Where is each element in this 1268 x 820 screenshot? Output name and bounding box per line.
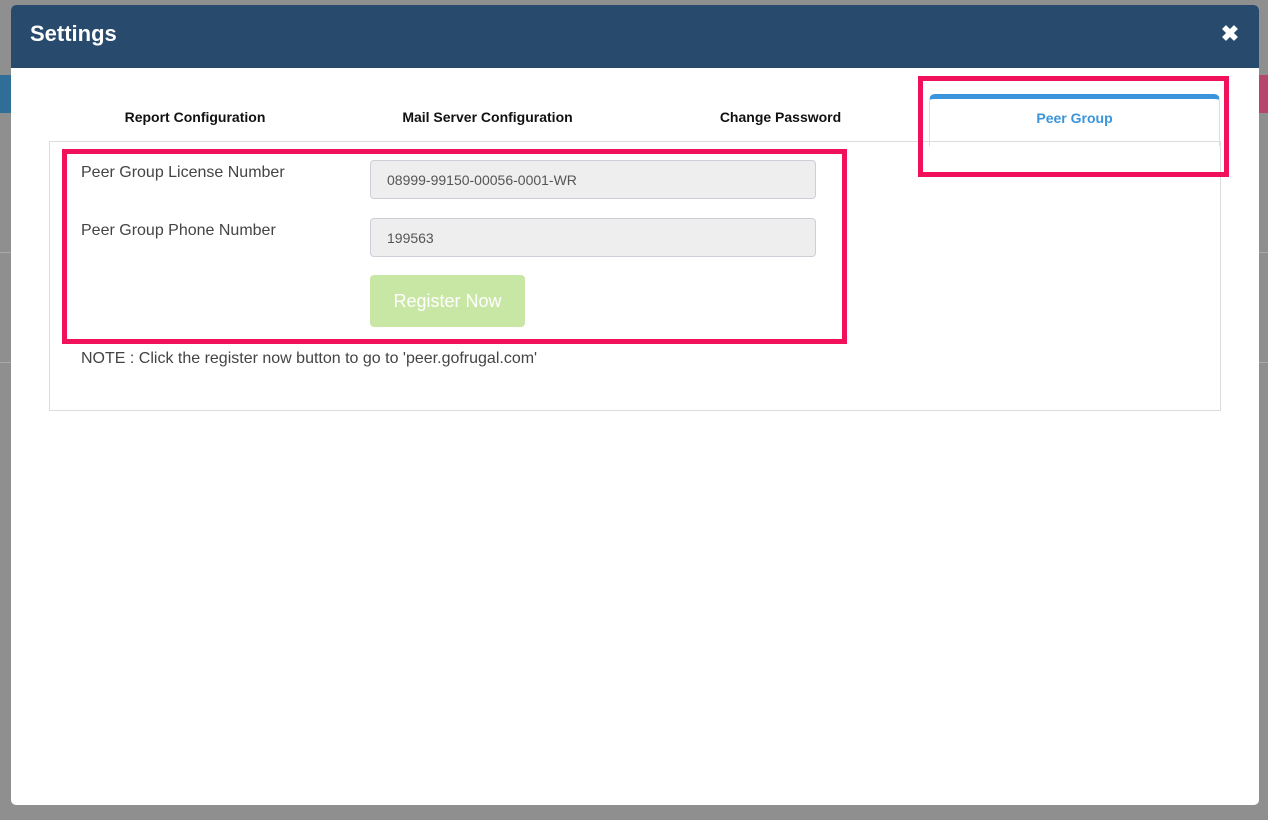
tab-change-password[interactable]: Change Password	[634, 93, 927, 141]
dialog-header: Settings ✖	[11, 5, 1259, 68]
settings-dialog: Settings ✖ Report Configuration Mail Ser…	[11, 5, 1259, 805]
tab-peer-group[interactable]: Peer Group	[929, 94, 1220, 146]
tab-mail-server-configuration[interactable]: Mail Server Configuration	[341, 93, 634, 141]
license-number-field[interactable]	[370, 160, 816, 199]
background-divider	[0, 252, 11, 253]
background-panel-left	[0, 75, 11, 113]
license-number-label: Peer Group License Number	[81, 164, 285, 181]
background-panel-right	[1259, 75, 1268, 113]
close-icon[interactable]: ✖	[1217, 21, 1243, 47]
background-divider	[1259, 362, 1268, 363]
background-divider	[1259, 252, 1268, 253]
tab-report-configuration[interactable]: Report Configuration	[49, 93, 341, 141]
phone-number-field[interactable]	[370, 218, 816, 257]
background-divider	[0, 362, 11, 363]
dialog-title: Settings	[30, 21, 117, 46]
register-now-button[interactable]: Register Now	[370, 275, 525, 327]
settings-tabs: Report Configuration Mail Server Configu…	[49, 93, 1222, 146]
phone-number-label: Peer Group Phone Number	[81, 222, 276, 239]
register-note: NOTE : Click the register now button to …	[81, 350, 538, 367]
